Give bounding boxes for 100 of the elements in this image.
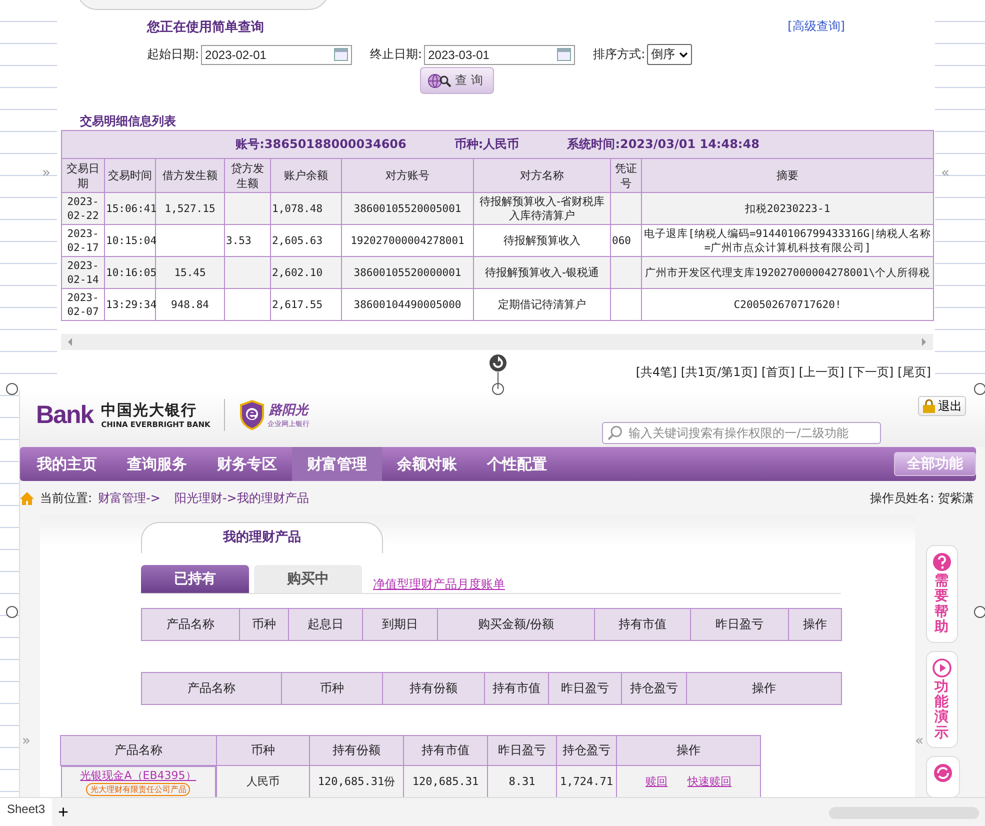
nav-tab[interactable]: 查询服务 [112, 447, 202, 481]
column-header: 到期日 [362, 608, 438, 640]
table-cell: 2023-02-07 [62, 288, 104, 320]
table-cell: 待报解预算收入-省财税库入库待清算户 [474, 192, 610, 224]
search-field[interactable]: 输入关键词搜索有操作权限的一/二级功能 [602, 422, 881, 444]
table-cell [610, 256, 642, 288]
resize-handle[interactable] [6, 606, 18, 618]
product-brand: 路阳光 [268, 402, 308, 419]
tab[interactable]: 购买中 [254, 565, 362, 593]
table-cell: 948.84 [156, 288, 224, 320]
table-cell: C200502670717620! [642, 288, 934, 320]
side-button[interactable] [926, 756, 960, 797]
pagination-link[interactable]: [首页] [762, 364, 795, 381]
column-header: 币种 [216, 736, 310, 766]
refresh-icon [932, 763, 953, 784]
pagination-link[interactable]: [共4笔] [636, 364, 677, 381]
table-cell: 15.45 [156, 256, 224, 288]
column-header: 操作 [788, 608, 842, 640]
table-cell: 1,724.71 [556, 766, 616, 797]
sheet-tab[interactable]: Sheet3 [0, 798, 52, 826]
table-cell [224, 256, 270, 288]
table-cell: 38600105520000001 [342, 256, 474, 288]
breadcrumb-label: 当前位置: [40, 490, 92, 506]
list-title: 交易明细信息列表 [80, 113, 177, 130]
column-header: 昨日盈亏 [690, 608, 788, 640]
column-header: 产品名称 [142, 672, 282, 704]
column-header: 账户余额 [270, 158, 342, 192]
column-header: 对方账号 [342, 158, 474, 192]
play-icon [932, 658, 952, 678]
breadcrumb-link[interactable]: 阳光理财->我的理财产品 [174, 490, 309, 506]
column-header: 起息日 [288, 608, 362, 640]
nav-tab[interactable]: 财富管理 [292, 447, 382, 481]
tab[interactable]: 已持有 [141, 565, 249, 593]
pagination-link[interactable]: [下一页] [848, 364, 894, 381]
column-header: 交易时间 [104, 158, 156, 192]
bank-logo: Bank [36, 400, 94, 430]
table-cell: 1,078.48 [270, 192, 342, 224]
table-cell: 2023-02-14 [62, 256, 104, 288]
add-sheet-button[interactable]: + [52, 802, 75, 823]
column-header: 对方名称 [474, 158, 610, 192]
bank-name: 中国光大银行 [101, 401, 198, 420]
filter-label: 终止日期: [370, 46, 422, 63]
resize-handle[interactable] [6, 383, 18, 395]
nav-tab[interactable]: 财务专区 [202, 447, 292, 481]
section-tab[interactable]: 我的理财产品 [141, 522, 383, 553]
table-cell: 2023-02-17 [62, 224, 104, 256]
statement-link[interactable]: 净值型理财产品月度账单 [373, 576, 505, 593]
table-cell [224, 288, 270, 320]
pagination-link[interactable]: [共1页/第1页] [680, 364, 758, 381]
calendar-icon [557, 48, 572, 61]
table-cell: 2,605.63 [270, 224, 342, 256]
action-link[interactable]: 赎回 [646, 775, 668, 788]
globe-search-icon [427, 72, 453, 88]
advanced-query-link[interactable]: [高级查询] [788, 18, 845, 36]
table-cell: 15:06:41 [104, 192, 156, 224]
side-button[interactable]: 功能演示 [926, 650, 958, 748]
product-link[interactable]: 光银现金A（EB4395） [80, 768, 196, 783]
side-button[interactable]: 需要帮助 [926, 545, 958, 643]
column-header: 操作 [616, 736, 760, 766]
logout-button[interactable]: 退出 [918, 396, 966, 416]
column-header: 交易日期 [62, 158, 104, 192]
table-cell: 10:16:05 [104, 256, 156, 288]
shield-icon [239, 400, 266, 430]
resize-handle[interactable] [974, 383, 985, 395]
query-mode-title: 您正在使用简单查询 [147, 19, 264, 36]
pagination-link[interactable]: [尾页] [898, 364, 931, 381]
horizontal-scrollbar[interactable] [61, 334, 933, 350]
column-header: 产品名称 [142, 608, 240, 640]
date-field[interactable]: 2023-02-01 [201, 44, 352, 64]
table-cell: 120,685.31 [404, 766, 488, 797]
nav-tab[interactable]: 个性配置 [472, 447, 562, 481]
column-header: 持有份额 [310, 736, 404, 766]
column-header: 币种 [240, 608, 288, 640]
rotate-handle-icon[interactable] [488, 353, 508, 389]
breadcrumb-link[interactable]: 财富管理-> [98, 490, 160, 506]
table-cell: 2,617.55 [270, 288, 342, 320]
column-header: 币种 [282, 672, 382, 704]
sort-select[interactable]: 倒序 [647, 44, 692, 65]
table-cell: 10:15:04 [104, 224, 156, 256]
table-cell: 1,527.15 [156, 192, 224, 224]
column-header: 凭证号 [610, 158, 642, 192]
action-link[interactable]: 快速赎回 [688, 775, 732, 788]
nav-tab[interactable]: 余额对账 [382, 447, 472, 481]
nav-tab[interactable]: 我的主页 [22, 447, 112, 481]
padlock-icon [922, 399, 936, 413]
operator-name: 操作员姓名: 贺紫潇 [870, 490, 974, 506]
column-header: 持仓盈亏 [556, 736, 616, 766]
table-cell: 电子退库[纳税人编码=91440106799433316G|纳税人名称=广州市点众计算机科技有限公司] [642, 224, 934, 256]
column-header: 昨日盈亏 [548, 672, 622, 704]
table-cell: 待报解预算收入 [474, 224, 610, 256]
account-info: 系统时间:2023/03/01 14:48:48 [567, 137, 760, 151]
column-header: 持有市值 [484, 672, 548, 704]
table-cell: 2,602.10 [270, 256, 342, 288]
table-cell: 120,685.31份 [310, 766, 404, 797]
pagination-link[interactable]: [上一页] [798, 364, 844, 381]
table-cell: 定期借记待清算户 [474, 288, 610, 320]
query-button[interactable]: 查 询 [420, 67, 494, 94]
table-cell: 060 [610, 224, 642, 256]
table-cell: 38600105520005001 [342, 192, 474, 224]
date-field[interactable]: 2023-03-01 [424, 44, 576, 64]
